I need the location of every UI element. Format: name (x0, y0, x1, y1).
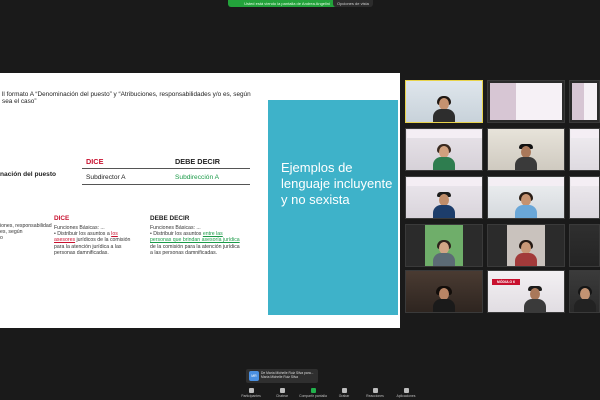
table1-dice-label: DICE (86, 157, 104, 166)
table1-dice-value: Subdirector A (86, 174, 126, 181)
participant-figure (524, 286, 547, 312)
participant-video-tile[interactable] (405, 80, 483, 123)
slide-instruction-text: ll formato A “Denominación del puesto” y… (2, 91, 251, 106)
participant-video-tile[interactable] (569, 224, 600, 267)
share-screen-button[interactable]: Compartir pantalla (298, 388, 328, 398)
table2-row-label: iones, responsabilidad es, según o (0, 223, 52, 242)
participants-button[interactable]: Participantes (236, 388, 266, 398)
shared-slide: ll formato A “Denominación del puesto” y… (0, 73, 400, 328)
participant-video-tile[interactable] (405, 224, 483, 267)
participant-figure (515, 240, 537, 266)
record-icon (341, 388, 347, 393)
participants-icon (248, 388, 254, 393)
participant-video-tile[interactable] (405, 128, 483, 171)
screen-share-banner[interactable]: Usted está viendo la pantalla de Andrea … (228, 0, 346, 7)
table1-row-label: nación del puesto (0, 171, 57, 178)
chat-icon (279, 388, 285, 393)
apps-icon (403, 388, 409, 393)
reactions-button[interactable]: Reacciones (360, 388, 390, 398)
participant-video-tile[interactable] (569, 128, 600, 171)
chat-notification[interactable]: MR De María Michelle Ruiz Silva para... … (246, 369, 318, 383)
record-button[interactable]: Grabar (329, 388, 359, 398)
slide-panel-title: Ejemplos de lenguaje incluyente y no sex… (281, 160, 393, 207)
table2-dice-text: Funciones Básicas: ... • Distribuir los … (54, 225, 131, 256)
participant-video-tile[interactable] (487, 176, 565, 219)
participant-video-tile[interactable] (569, 176, 600, 219)
participant-video-tile[interactable] (405, 270, 483, 313)
shared-slide-thumbnail (490, 83, 562, 120)
chat-notification-text: De María Michelle Ruiz Silva para... Mar… (261, 371, 314, 379)
table2-debe-label: DEBE DECIR (150, 215, 190, 222)
avatar: MR (249, 371, 259, 381)
participant-figure (433, 286, 455, 312)
share-screen-icon (310, 388, 316, 393)
apps-button[interactable]: Aplicaciones (391, 388, 421, 398)
view-options-button[interactable]: Opciones de vista (333, 0, 373, 7)
meeting-toolbar: Participantes Chatear Compartir pantalla… (0, 386, 600, 400)
table1-bottom-divider (82, 184, 250, 185)
zoom-meeting-window: Usted está viendo la pantalla de Andrea … (0, 0, 600, 400)
table2-dice-label: DICE (54, 215, 70, 222)
participant-figure (433, 240, 455, 266)
table1-divider (82, 168, 250, 169)
participant-video-tile[interactable]: MÓDULO 6 (487, 270, 565, 313)
chat-button[interactable]: Chatear (267, 388, 297, 398)
reactions-icon (372, 388, 378, 393)
table1-debe-value: Subdirección A (175, 174, 219, 181)
participant-gallery[interactable]: MÓDULO 6 (405, 80, 600, 320)
participant-figure (573, 286, 596, 312)
participant-video-tile[interactable] (487, 128, 565, 171)
participant-video-tile[interactable] (569, 80, 600, 123)
table2-debe-text: Funciones Básicas: ... • Distribuir los … (150, 225, 240, 256)
participant-figure (515, 144, 537, 170)
module-label: MÓDULO 6 (492, 279, 520, 285)
participant-video-tile[interactable] (487, 224, 565, 267)
participant-figure (433, 96, 455, 122)
table1-debe-label: DEBE DECIR (175, 157, 221, 166)
participant-video-tile[interactable] (405, 176, 483, 219)
participant-figure (433, 192, 455, 218)
participant-video-tile[interactable] (569, 270, 600, 313)
participant-video-tile[interactable] (487, 80, 565, 123)
slide-title-panel: Ejemplos de lenguaje incluyente y no sex… (268, 100, 398, 315)
participant-figure (433, 144, 455, 170)
shared-slide-thumbnail (572, 83, 597, 120)
participant-figure (515, 192, 537, 218)
